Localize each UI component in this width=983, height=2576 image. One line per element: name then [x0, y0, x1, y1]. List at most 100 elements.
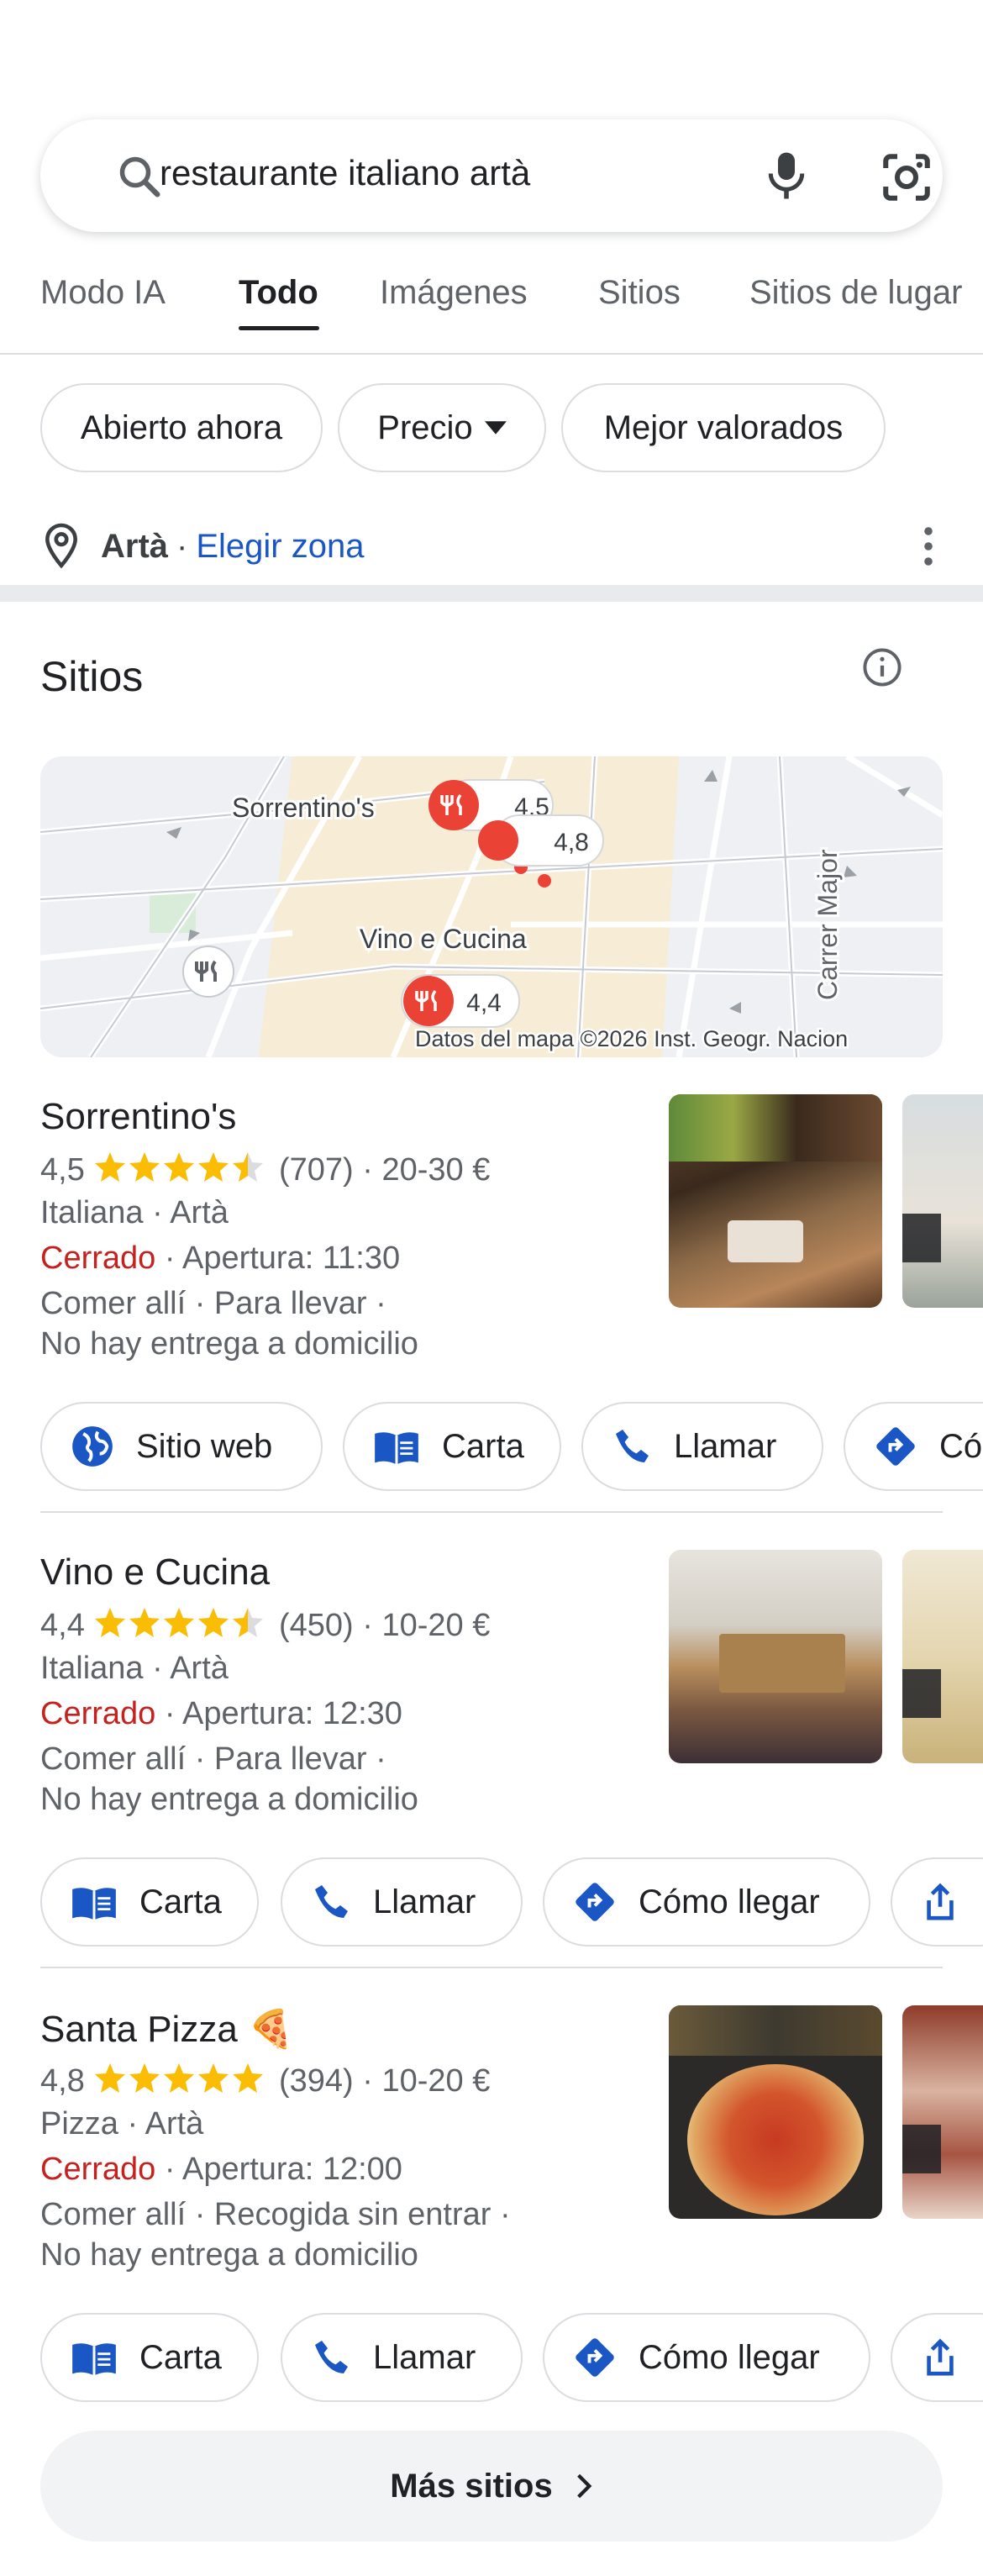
- listing-services: Comer allí · Para llevar ·: [40, 1741, 386, 1777]
- listing-photo-video[interactable]: [902, 1550, 983, 1763]
- directions-button[interactable]: Cómo llegar: [543, 1857, 870, 1946]
- call-button[interactable]: Llamar: [281, 2313, 523, 2402]
- website-button[interactable]: Sitio web: [40, 1402, 323, 1491]
- listing-title[interactable]: Sorrentino's: [40, 1096, 236, 1138]
- location-name: Artà: [101, 527, 169, 565]
- tab-modo-ia[interactable]: Modo IA: [40, 274, 166, 312]
- listing-divider: [40, 1967, 943, 1968]
- button-label: Carta: [139, 1883, 222, 1920]
- active-tab-indicator: [239, 326, 319, 330]
- chip-precio[interactable]: Precio: [338, 383, 546, 472]
- listing-services: Comer allí · Recogida sin entrar ·: [40, 2197, 511, 2232]
- call-button[interactable]: Llamar: [581, 1402, 823, 1491]
- listing-rating-row: 4,4 (450) · 10-20 €: [40, 1605, 490, 1644]
- listing-delivery: No hay entrega a domicilio: [40, 1782, 418, 1817]
- listing-photo[interactable]: [669, 1550, 882, 1763]
- price-range: · 10-20 €: [362, 1608, 491, 1643]
- directions-icon: [576, 1883, 614, 1921]
- location-separator: ·: [176, 527, 188, 565]
- chip-abierto-ahora[interactable]: Abierto ahora: [40, 383, 323, 472]
- listing-category: Italiana · Artà: [40, 1195, 229, 1230]
- section-title: Sitios: [40, 653, 144, 700]
- map-street-label: Carrer Major: [812, 849, 843, 1000]
- directions-button[interactable]: Cómo llegar: [543, 2313, 870, 2402]
- button-label: Cómo llegar: [639, 1883, 820, 1920]
- map-label: Vino e Cucina: [360, 924, 527, 954]
- more-vert-icon[interactable]: [916, 526, 941, 566]
- more-places-button[interactable]: Más sitios: [40, 2431, 943, 2542]
- share-button[interactable]: [891, 2313, 983, 2402]
- opening-time: · Apertura: 12:30: [164, 1696, 402, 1731]
- button-label: Carta: [139, 2338, 222, 2376]
- listing-photo-video[interactable]: [902, 1094, 983, 1308]
- button-label: Sitio web: [136, 1427, 273, 1465]
- review-count: (707): [278, 1152, 354, 1188]
- lens-icon[interactable]: [879, 150, 934, 205]
- tab-sitios-de-lugar[interactable]: Sitios de lugar: [749, 274, 962, 312]
- review-count: (394): [278, 2063, 354, 2099]
- tab-todo[interactable]: Todo: [239, 274, 318, 312]
- star-rating-icon: [95, 1608, 264, 1637]
- share-icon: [927, 2338, 954, 2376]
- listing-hours: Cerrado · Apertura: 12:00: [40, 2152, 402, 2188]
- listing-delivery: No hay entrega a domicilio: [40, 2237, 418, 2273]
- menu-book-icon: [72, 2343, 116, 2376]
- menu-button[interactable]: Carta: [40, 2313, 259, 2402]
- listing-title[interactable]: Santa Pizza 🍕: [40, 2007, 294, 2051]
- directions-icon: [876, 1427, 915, 1466]
- map-pin-rating: 4,4: [466, 989, 502, 1017]
- chip-mejor-valorados[interactable]: Mejor valorados: [561, 383, 886, 472]
- listing-rating-row: 4,8 (394) · 10-20 €: [40, 2061, 490, 2099]
- listing-delivery: No hay entrega a domicilio: [40, 1326, 418, 1362]
- listing-photo[interactable]: [669, 1094, 882, 1308]
- phone-icon: [315, 2341, 348, 2373]
- menu-button[interactable]: Carta: [40, 1857, 259, 1946]
- menu-button[interactable]: Carta: [343, 1402, 561, 1491]
- price-range: · 10-20 €: [362, 2063, 491, 2099]
- location-row: Artà · Elegir zona: [40, 513, 364, 580]
- share-button[interactable]: [891, 1857, 983, 1946]
- map[interactable]: 4,5 4,8 4,4 Sorrentino's Vino e Cucina C…: [40, 756, 943, 1057]
- opening-time: · Apertura: 11:30: [164, 1241, 401, 1276]
- status-closed: Cerrado: [40, 1696, 156, 1731]
- listing-hours: Cerrado · Apertura: 12:30: [40, 1696, 402, 1732]
- rating-value: 4,8: [40, 2063, 85, 2099]
- tab-imagenes[interactable]: Imágenes: [380, 274, 528, 312]
- mic-icon[interactable]: [761, 148, 812, 203]
- chip-label: Abierto ahora: [80, 408, 283, 446]
- chip-label: Mejor valorados: [603, 408, 844, 446]
- directions-button[interactable]: Có: [844, 1402, 983, 1491]
- listing-rating-row: 4,5 (707) · 20-30 €: [40, 1150, 490, 1188]
- price-range: · 20-30 €: [362, 1152, 491, 1188]
- listing-divider: [40, 1511, 943, 1513]
- chevron-right-icon: [576, 2473, 592, 2499]
- search-query-text[interactable]: restaurante italiano artà: [160, 153, 530, 193]
- button-label: Llamar: [674, 1427, 777, 1465]
- search-icon[interactable]: [114, 151, 165, 202]
- search-bar[interactable]: restaurante italiano artà: [40, 119, 943, 232]
- listing-services: Comer allí · Para llevar ·: [40, 1286, 386, 1321]
- choose-zone-link[interactable]: Elegir zona: [196, 528, 364, 566]
- listing-category: Pizza · Artà: [40, 2106, 204, 2141]
- menu-book-icon: [72, 1888, 116, 1920]
- listing-hours: Cerrado · Apertura: 11:30: [40, 1241, 400, 1277]
- globe-icon: [72, 1426, 113, 1467]
- button-label: Cómo llegar: [639, 2338, 820, 2376]
- star-rating-icon: [95, 1152, 264, 1182]
- tab-sitios[interactable]: Sitios: [598, 274, 681, 312]
- star-rating-icon: [95, 2063, 264, 2093]
- rating-value: 4,4: [40, 1608, 85, 1643]
- caret-down-icon: [484, 421, 507, 435]
- menu-book-icon: [375, 1432, 418, 1465]
- review-count: (450): [278, 1608, 354, 1643]
- phone-icon: [616, 1430, 649, 1462]
- directions-icon: [576, 2338, 614, 2377]
- listing-photo-video[interactable]: [902, 2005, 983, 2219]
- info-icon[interactable]: [860, 645, 904, 689]
- listing-photo[interactable]: [669, 2005, 882, 2219]
- button-label: Llamar: [373, 1883, 476, 1920]
- section-divider: [0, 585, 983, 602]
- call-button[interactable]: Llamar: [281, 1857, 523, 1946]
- listing-title[interactable]: Vino e Cucina: [40, 1551, 270, 1594]
- more-places-label: Más sitios: [390, 2467, 553, 2505]
